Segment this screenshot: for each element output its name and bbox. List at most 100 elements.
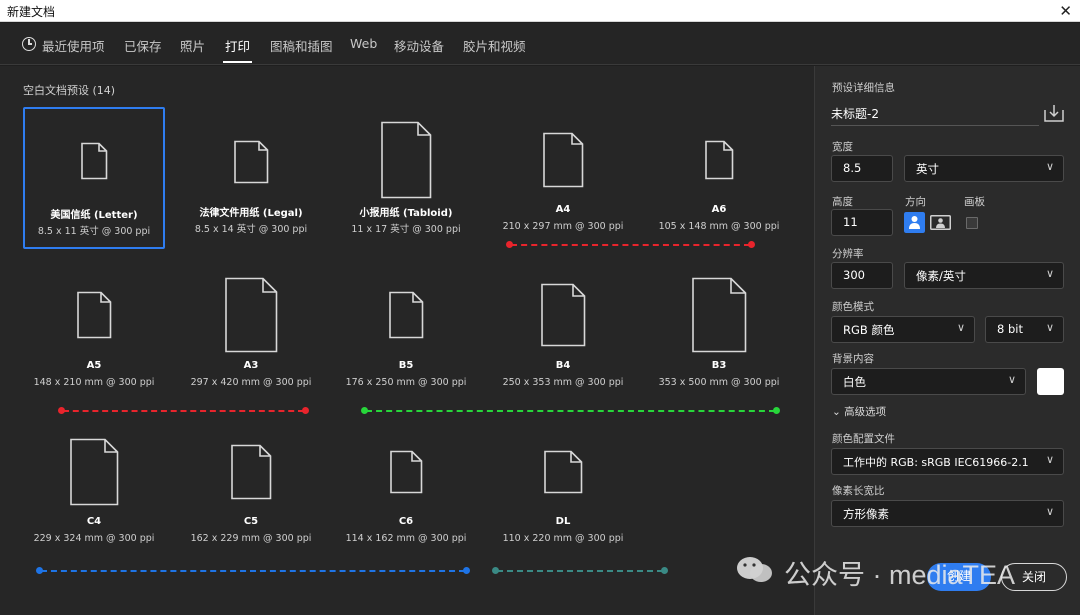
color-mode-value: RGB 颜色 [843,323,895,337]
portrait-orientation-icon[interactable] [904,212,925,233]
width-unit-select[interactable]: 英寸 ∨ [904,155,1064,182]
background-color-swatch[interactable] [1037,368,1064,395]
save-preset-icon[interactable] [1044,104,1064,122]
tab-art-illustration[interactable]: 图稿和插图 [270,36,333,55]
artboard-checkbox[interactable] [966,217,978,229]
chevron-down-icon: ∨ [1007,373,1016,386]
width-value: 8.5 [843,161,862,175]
document-icon [705,140,734,180]
document-title-input[interactable]: 未标题-2 [831,100,1039,126]
document-icon [77,291,112,339]
annotation-dot [463,567,470,574]
annotation-line-red [63,410,304,412]
preset-size: 110 x 220 mm @ 300 ppi [502,533,624,544]
panel-heading: 预设详细信息 [832,82,895,94]
preset-size: 105 x 148 mm @ 300 ppi [658,221,780,232]
preset-name: A4 [555,204,571,215]
background-select[interactable]: 白色 ∨ [831,368,1026,395]
preset-name: A6 [711,204,727,215]
document-icon [544,450,583,494]
preset-tabloid[interactable]: 小报用纸 (Tabloid) 11 x 17 英寸 @ 300 ppi [335,107,477,249]
preset-name: B5 [398,360,414,371]
document-icon [381,121,432,199]
preset-b3[interactable]: B3 353 x 500 mm @ 300 ppi [648,263,790,405]
color-profile-value: 工作中的 RGB: sRGB IEC61966-2.1 [843,456,1029,469]
tab-mobile[interactable]: 移动设备 [394,36,444,55]
tab-saved[interactable]: 已保存 [124,36,162,55]
resolution-unit-value: 像素/英寸 [916,269,966,283]
tab-photo[interactable]: 照片 [180,36,205,55]
preset-c6[interactable]: C6 114 x 162 mm @ 300 ppi [335,418,477,560]
preset-legal[interactable]: 法律文件用纸 (Legal) 8.5 x 14 英寸 @ 300 ppi [180,107,322,249]
annotation-dot [661,567,668,574]
bit-depth-value: 8 bit [997,322,1023,336]
pixel-aspect-value: 方形像素 [843,507,889,521]
window-title: 新建文档 [7,5,56,19]
chevron-down-icon: ∨ [956,321,965,334]
document-icon [81,142,108,180]
background-label: 背景内容 [832,353,874,365]
preset-b5[interactable]: B5 176 x 250 mm @ 300 ppi [335,263,477,405]
preset-c5[interactable]: C5 162 x 229 mm @ 300 ppi [180,418,322,560]
pixel-aspect-select[interactable]: 方形像素 ∨ [831,500,1064,527]
preset-a4[interactable]: A4 210 x 297 mm @ 300 ppi [492,107,634,249]
resolution-input[interactable]: 300 [831,262,893,289]
annotation-line-blue [41,570,465,572]
chevron-down-icon: ∨ [1045,453,1054,466]
height-value: 11 [843,215,858,229]
preset-a5[interactable]: A5 148 x 210 mm @ 300 ppi [23,263,165,405]
presets-area: 空白文档预设 (14) 美国信纸 (Letter) 8.5 x 11 英寸 @ … [0,66,814,615]
preset-b4[interactable]: B4 250 x 353 mm @ 300 ppi [492,263,634,405]
document-icon [692,277,747,353]
document-icon [70,438,119,506]
preset-letter[interactable]: 美国信纸 (Letter) 8.5 x 11 英寸 @ 300 ppi [23,107,165,249]
document-icon [543,132,584,188]
chevron-down-icon: ∨ [1045,267,1054,280]
preset-a3[interactable]: A3 297 x 420 mm @ 300 ppi [180,263,322,405]
color-mode-label: 颜色模式 [832,301,874,313]
document-icon [541,283,586,347]
resolution-label: 分辨率 [832,248,864,260]
width-input[interactable]: 8.5 [831,155,893,182]
resolution-unit-select[interactable]: 像素/英寸 ∨ [904,262,1064,289]
color-mode-select[interactable]: RGB 颜色 ∨ [831,316,975,343]
advanced-options-toggle[interactable]: ⌄ 高级选项 [832,404,886,419]
annotation-line-red [511,244,750,246]
preset-size: 353 x 500 mm @ 300 ppi [658,377,780,388]
preset-details-panel: 预设详细信息 未标题-2 宽度 8.5 英寸 ∨ 高度 方向 画板 11 分辨率 … [814,66,1080,615]
chevron-down-icon: ∨ [1045,160,1054,173]
annotation-dot [302,407,309,414]
color-profile-label: 颜色配置文件 [832,433,895,445]
width-label: 宽度 [832,141,853,153]
landscape-orientation-icon[interactable] [930,212,951,233]
category-tabs: 最近使用项 已保存 照片 打印 图稿和插图 Web 移动设备 胶片和视频 [0,23,1080,65]
chevron-down-icon: ∨ [1045,505,1054,518]
wechat-logo-icon [737,557,772,582]
preset-dl[interactable]: DL 110 x 220 mm @ 300 ppi [492,418,634,560]
preset-name: 美国信纸 (Letter) [50,210,138,221]
preset-name: B4 [555,360,571,371]
preset-name: C4 [86,516,102,527]
background-value: 白色 [843,375,866,389]
annotation-line-green [366,410,775,412]
artboard-label: 画板 [964,196,985,208]
tab-film-video[interactable]: 胶片和视频 [463,36,526,55]
document-icon [225,277,278,353]
orientation-label: 方向 [905,196,926,208]
window-close-icon[interactable]: ✕ [1059,0,1072,22]
height-input[interactable]: 11 [831,209,893,236]
bit-depth-select[interactable]: 8 bit ∨ [985,316,1064,343]
preset-name: C6 [398,516,414,527]
color-profile-select[interactable]: 工作中的 RGB: sRGB IEC61966-2.1 ∨ [831,448,1064,475]
window-titlebar: 新建文档 ✕ [0,0,1080,22]
tab-web[interactable]: Web [350,36,377,51]
tab-print[interactable]: 打印 [222,36,253,63]
preset-c4[interactable]: C4 229 x 324 mm @ 300 ppi [23,418,165,560]
document-icon [231,444,272,500]
annotation-dot [773,407,780,414]
resolution-value: 300 [843,268,865,282]
preset-a6[interactable]: A6 105 x 148 mm @ 300 ppi [648,107,790,249]
watermark-text: 公众号 · mediaTEA [784,560,1016,590]
preset-name: 小报用纸 (Tabloid) [359,208,453,219]
tab-recent[interactable]: 最近使用项 [42,36,105,55]
